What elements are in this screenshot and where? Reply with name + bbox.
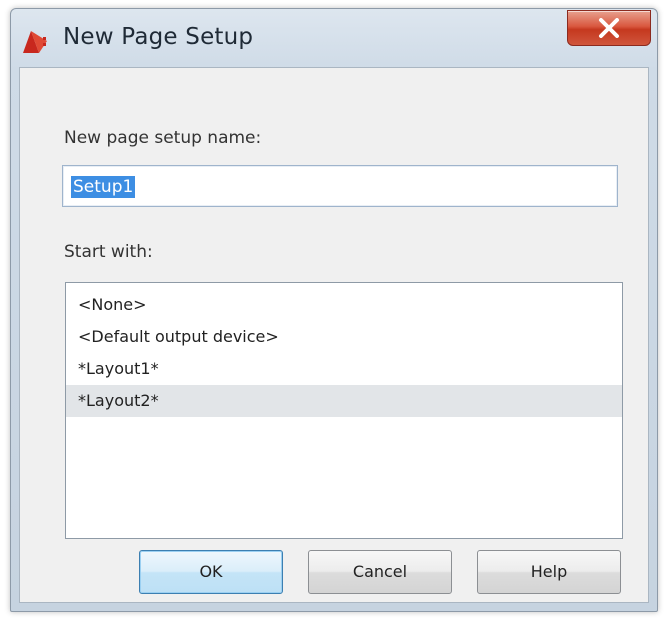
list-item-layout2[interactable]: *Layout2* <box>66 385 622 417</box>
dialog-body: New page setup name: Setup1 Start with: … <box>19 67 649 603</box>
close-button[interactable] <box>567 10 651 46</box>
close-icon <box>599 18 619 38</box>
cancel-button[interactable]: Cancel <box>308 550 452 594</box>
name-label: New page setup name: <box>64 128 262 148</box>
setup-name-value[interactable]: Setup1 <box>71 176 136 198</box>
list-item-none[interactable]: <None> <box>66 289 622 321</box>
list-item-layout1[interactable]: *Layout1* <box>66 353 622 385</box>
title-bar[interactable]: New Page Setup <box>11 9 657 67</box>
list-item-default-output-device[interactable]: <Default output device> <box>66 321 622 353</box>
window-title: New Page Setup <box>63 24 254 50</box>
help-button[interactable]: Help <box>477 550 621 594</box>
start-with-label: Start with: <box>64 242 153 262</box>
ok-button[interactable]: OK <box>139 550 283 594</box>
start-with-listbox[interactable]: <None> <Default output device> *Layout1*… <box>65 282 623 539</box>
dialog-window: New Page Setup New page setup name: Setu… <box>10 8 658 612</box>
setup-name-input[interactable]: Setup1 <box>62 165 618 207</box>
app-icon <box>23 31 47 53</box>
